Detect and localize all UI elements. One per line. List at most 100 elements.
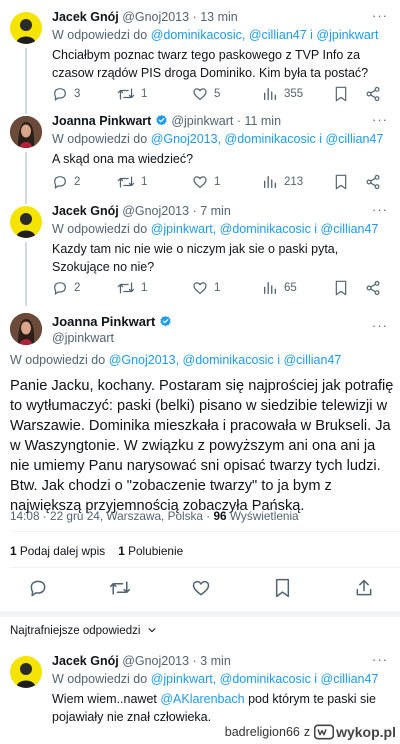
tweet-time[interactable]: · 13 min bbox=[193, 10, 238, 24]
bookmark-icon bbox=[335, 86, 347, 102]
author-handle[interactable]: @Gnoj2013 bbox=[122, 10, 189, 24]
replying-to-link[interactable]: @jpinkwart, @dominikacosic i @cillian47 bbox=[151, 222, 379, 236]
reply-button[interactable]: 3 bbox=[52, 86, 80, 102]
share-button[interactable] bbox=[365, 86, 381, 102]
author-name[interactable]: Jacek Gnój bbox=[52, 654, 119, 668]
reply-button[interactable] bbox=[28, 578, 48, 598]
share-icon bbox=[366, 86, 380, 102]
author-name[interactable]: Joanna Pinkwart bbox=[52, 314, 172, 329]
tweet-header: Jacek Gnój @Gnoj2013 · 7 min bbox=[52, 204, 231, 218]
replying-to-link[interactable]: @jpinkwart, @dominikacosic i @cillian47 bbox=[151, 672, 379, 686]
engagement-stats: 1 Podaj dalej wpis 1 Polubienie bbox=[10, 544, 183, 558]
views-button[interactable]: 355 bbox=[262, 86, 303, 102]
repost-button[interactable]: 1 bbox=[117, 174, 147, 190]
bookmark-icon bbox=[335, 280, 347, 296]
bookmark-icon bbox=[335, 174, 347, 190]
replies-sort-dropdown[interactable]: Najtrafniejsze odpowiedzi bbox=[10, 625, 157, 637]
bookmark-button[interactable] bbox=[334, 280, 348, 296]
watermark-user: badreligion66 bbox=[224, 725, 300, 739]
avatar[interactable] bbox=[10, 206, 42, 238]
tweet-actions bbox=[10, 578, 390, 600]
likes-stat[interactable]: 1 Polubienie bbox=[118, 544, 183, 558]
repost-icon bbox=[117, 282, 135, 294]
more-options-icon[interactable]: ··· bbox=[372, 652, 388, 667]
more-options-icon[interactable]: ··· bbox=[372, 318, 388, 333]
tweet-text: Wiem wiem..nawet @AKlarenbach pod którym… bbox=[52, 692, 376, 724]
author-name[interactable]: Jacek Gnój bbox=[52, 10, 119, 24]
tweet-header: Jacek Gnój @Gnoj2013 · 13 min bbox=[52, 10, 238, 24]
like-button[interactable]: 1 bbox=[192, 174, 220, 190]
repost-icon bbox=[109, 581, 131, 595]
heart-icon bbox=[193, 282, 207, 295]
more-options-icon[interactable]: ··· bbox=[372, 202, 388, 217]
reply-tweet[interactable]: Jacek Gnój @Gnoj2013 · 7 min ··· W odpow… bbox=[0, 202, 400, 306]
divider bbox=[10, 531, 400, 532]
views-button[interactable]: 65 bbox=[262, 280, 297, 296]
bookmark-button[interactable] bbox=[334, 174, 348, 190]
repost-button[interactable] bbox=[109, 578, 131, 598]
replying-to-link[interactable]: @dominikacosic, @cillian47 i @jpinkwart bbox=[151, 28, 379, 42]
tweet-text: Kazdy tam nic nie wie o niczym jak sie o… bbox=[52, 242, 339, 274]
avatar[interactable] bbox=[10, 116, 42, 148]
replying-to: W odpowiedzi do @Gnoj2013, @dominikacosi… bbox=[52, 132, 384, 146]
repost-button[interactable]: 1 bbox=[117, 280, 147, 296]
tweet-time[interactable]: · 11 min bbox=[237, 114, 281, 128]
views-count: 96 bbox=[213, 509, 227, 523]
like-button[interactable]: 5 bbox=[192, 86, 220, 102]
bookmark-icon bbox=[275, 578, 290, 598]
replying-to-link[interactable]: @Gnoj2013, @dominikacosic i @cillian47 bbox=[109, 353, 342, 367]
share-button[interactable] bbox=[365, 280, 381, 296]
share-icon bbox=[366, 174, 380, 190]
repost-button[interactable]: 1 bbox=[117, 86, 147, 102]
tweet-timestamp[interactable]: 14:08 · 22 gru 24, Warszawa, Polska · bbox=[10, 509, 210, 523]
reply-button[interactable]: 2 bbox=[52, 280, 80, 296]
thread-line bbox=[25, 152, 27, 204]
reply-tweet[interactable]: Joanna Pinkwart @jpinkwart · 11 min ··· … bbox=[0, 112, 400, 204]
reply-tweet[interactable]: Jacek Gnój @Gnoj2013 · 3 min ··· W odpow… bbox=[0, 652, 400, 724]
more-options-icon[interactable]: ··· bbox=[372, 8, 388, 23]
author-handle[interactable]: @Gnoj2013 bbox=[122, 654, 189, 668]
tweet-text: A skąd ona ma wiedzieć? bbox=[52, 152, 194, 166]
chevron-down-icon bbox=[148, 628, 156, 633]
reply-icon bbox=[54, 88, 66, 101]
reply-button[interactable]: 2 bbox=[52, 174, 80, 190]
avatar[interactable] bbox=[10, 12, 42, 44]
author-name[interactable]: Joanna Pinkwart bbox=[52, 114, 151, 128]
author-name[interactable]: Jacek Gnój bbox=[52, 204, 119, 218]
replying-to-link[interactable]: @Gnoj2013, @dominikacosic i @cillian47 bbox=[151, 132, 384, 146]
more-options-icon[interactable]: ··· bbox=[372, 112, 388, 127]
views-chart-icon bbox=[264, 176, 276, 188]
like-button[interactable] bbox=[191, 578, 211, 598]
reply-icon bbox=[30, 580, 46, 597]
tweet-meta: 14:08 · 22 gru 24, Warszawa, Polska · 96… bbox=[10, 509, 299, 523]
tweet-header: Jacek Gnój @Gnoj2013 · 3 min bbox=[52, 654, 231, 668]
avatar[interactable] bbox=[10, 656, 42, 688]
reply-tweet[interactable]: Jacek Gnój @Gnoj2013 · 13 min ··· W odpo… bbox=[0, 8, 400, 114]
heart-icon bbox=[192, 580, 210, 596]
reply-icon bbox=[54, 282, 66, 295]
bookmark-button[interactable] bbox=[334, 86, 348, 102]
avatar[interactable] bbox=[10, 313, 42, 345]
share-button[interactable] bbox=[354, 578, 374, 598]
reply-icon bbox=[54, 176, 66, 189]
tweet-time[interactable]: · 3 min bbox=[193, 654, 231, 668]
views-button[interactable]: 213 bbox=[262, 174, 303, 190]
author-handle[interactable]: @Gnoj2013 bbox=[122, 204, 189, 218]
author-handle[interactable]: @jpinkwart bbox=[171, 114, 233, 128]
bookmark-button[interactable] bbox=[274, 578, 291, 598]
replying-to: W odpowiedzi do @dominikacosic, @cillian… bbox=[52, 28, 379, 42]
mention-link[interactable]: @AKlarenbach bbox=[160, 692, 244, 706]
tweet-text: Chciałbym poznac twarz tego paskowego z … bbox=[52, 48, 369, 80]
reposts-stat[interactable]: 1 Podaj dalej wpis bbox=[10, 544, 105, 558]
views-chart-icon bbox=[264, 282, 276, 294]
share-icon bbox=[356, 579, 372, 596]
tweet-actions: 3 1 5 355 bbox=[52, 86, 392, 104]
share-button[interactable] bbox=[365, 174, 381, 190]
tweet-actions: 2 1 1 65 bbox=[52, 280, 392, 298]
replying-to: W odpowiedzi do @jpinkwart, @dominikacos… bbox=[52, 222, 379, 236]
tweet-text: Panie Jacku, kochany. Postaram się najpr… bbox=[10, 378, 394, 514]
like-button[interactable]: 1 bbox=[192, 280, 220, 296]
share-icon bbox=[366, 280, 380, 296]
tweet-time[interactable]: · 7 min bbox=[193, 204, 231, 218]
author-handle[interactable]: @jpinkwart bbox=[52, 331, 114, 345]
